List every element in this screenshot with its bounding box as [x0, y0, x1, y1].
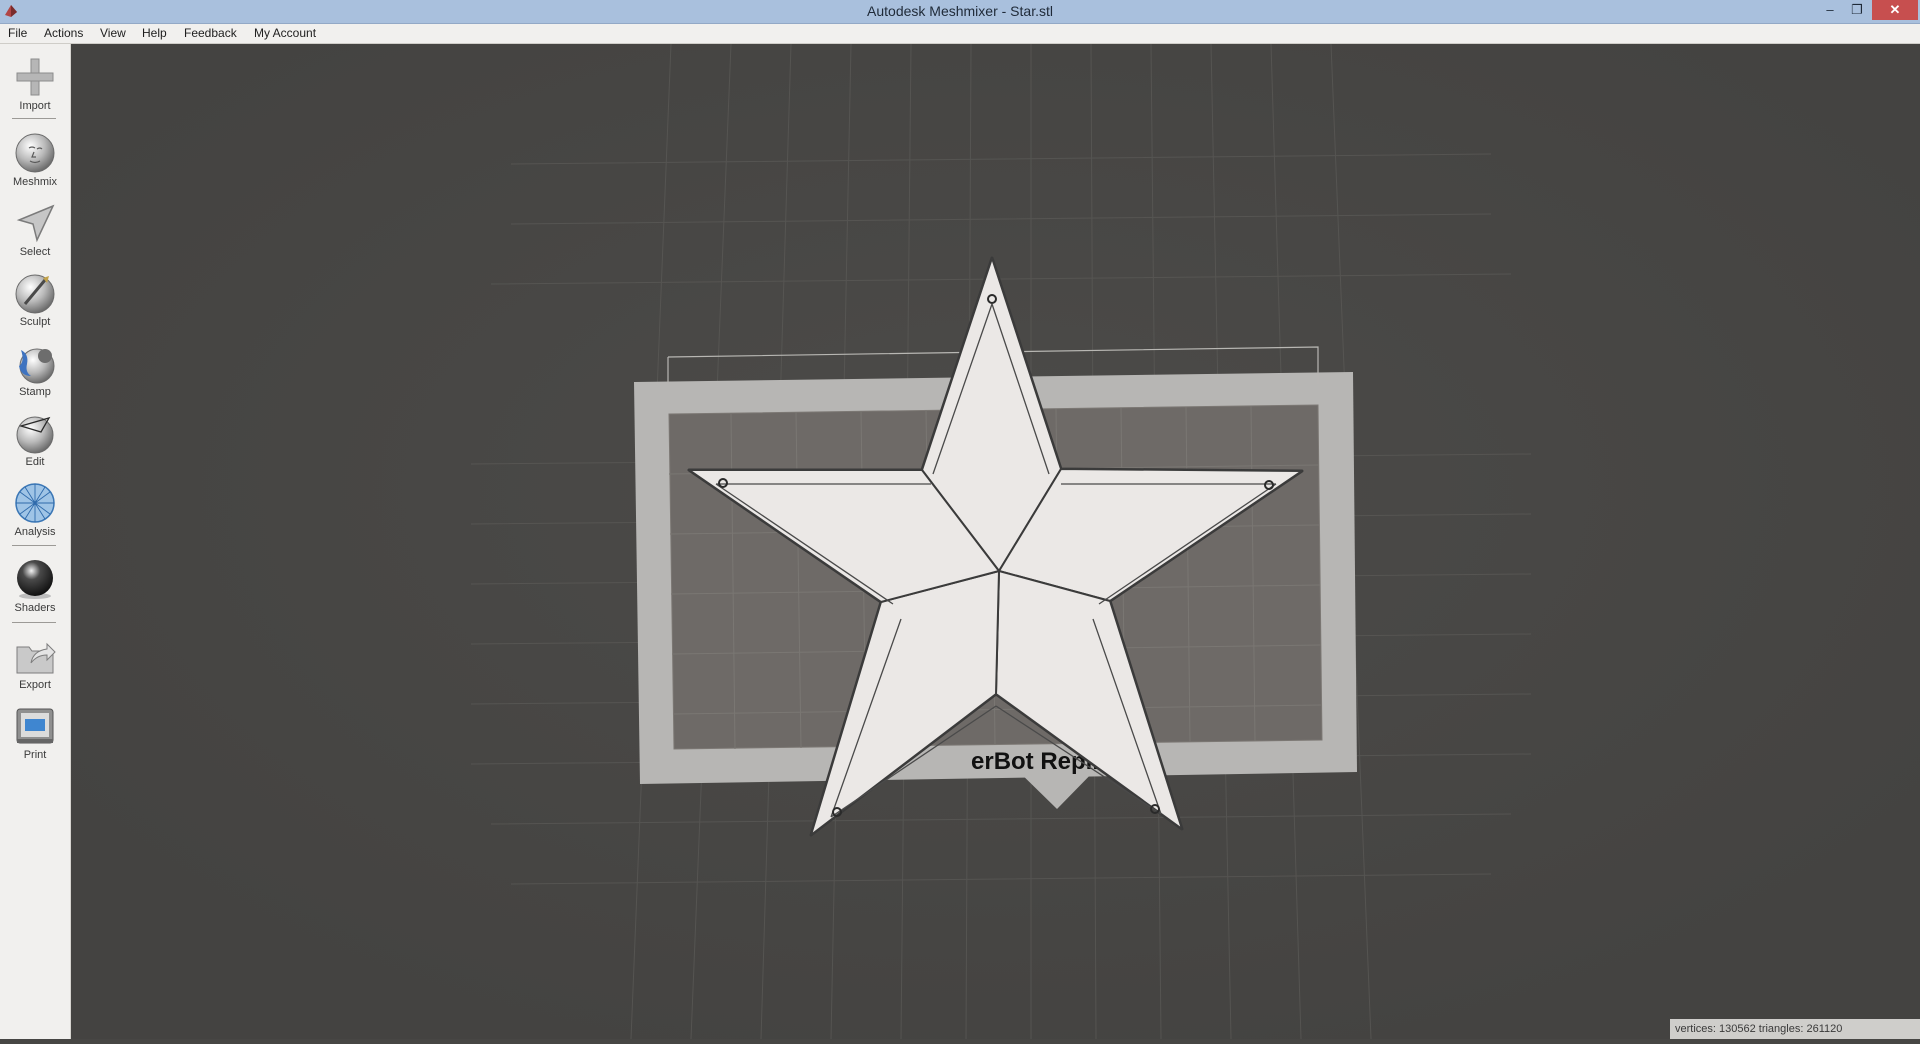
3d-viewport[interactable]: erBot Replicat — [71, 43, 1920, 1040]
meshmix-label: Meshmix — [12, 176, 57, 188]
sculpt-tool[interactable]: Sculpt — [0, 272, 70, 328]
menu-file[interactable]: File — [8, 26, 27, 40]
brush-sphere-icon — [15, 274, 55, 314]
black-sphere-icon — [17, 560, 53, 599]
menu-actions[interactable]: Actions — [44, 26, 83, 40]
print-tool[interactable]: Print — [0, 705, 70, 761]
import-label: Import — [19, 100, 51, 112]
separator — [12, 622, 56, 623]
title-bar: Autodesk Meshmixer - Star.stl – ❐ ✕ — [0, 0, 1920, 24]
menu-feedback[interactable]: Feedback — [184, 26, 237, 40]
restore-button[interactable]: ❐ — [1844, 0, 1870, 20]
meshmix-tool[interactable]: Meshmix — [0, 132, 70, 188]
export-folder-icon — [16, 642, 56, 674]
close-button[interactable]: ✕ — [1872, 0, 1918, 20]
shaders-label: Shaders — [14, 602, 56, 614]
separator — [12, 118, 56, 119]
analysis-label: Analysis — [14, 526, 56, 538]
menu-help[interactable]: Help — [142, 26, 167, 40]
face-sphere-icon — [15, 133, 55, 173]
select-label: Select — [19, 246, 51, 258]
edit-tool[interactable]: Edit — [0, 412, 70, 468]
edit-label: Edit — [25, 456, 45, 468]
menu-view[interactable]: View — [100, 26, 126, 40]
window-title: Autodesk Meshmixer - Star.stl — [867, 3, 1053, 19]
menu-my-account[interactable]: My Account — [254, 26, 316, 40]
sculpt-label: Sculpt — [19, 316, 51, 328]
stamp-tool[interactable]: Stamp — [0, 342, 70, 398]
analysis-tool[interactable]: Analysis — [0, 482, 70, 538]
separator — [12, 545, 56, 546]
minimize-button[interactable]: – — [1816, 0, 1844, 20]
import-tool[interactable]: Import — [0, 56, 70, 112]
arrow-cursor-icon — [16, 204, 55, 243]
export-label: Export — [19, 679, 51, 691]
export-tool[interactable]: Export — [0, 635, 70, 691]
menu-bar: File Actions View Help Feedback My Accou… — [0, 24, 1920, 44]
select-tool[interactable]: Select — [0, 202, 70, 258]
edit-sphere-icon — [16, 416, 54, 454]
stamp-sphere-icon — [19, 348, 55, 384]
scene: erBot Replicat — [71, 43, 1920, 1040]
plus-icon — [16, 58, 54, 96]
status-bar: vertices: 130562 triangles: 261120 — [1670, 1019, 1920, 1039]
printer-icon — [16, 708, 54, 744]
print-label: Print — [23, 749, 47, 761]
stamp-label: Stamp — [19, 386, 51, 398]
tool-sidebar: Import Meshmix Select Sculpt Stamp Edit … — [0, 44, 71, 1039]
shaders-tool[interactable]: Shaders — [0, 558, 70, 614]
wireframe-sphere-icon — [15, 483, 55, 523]
